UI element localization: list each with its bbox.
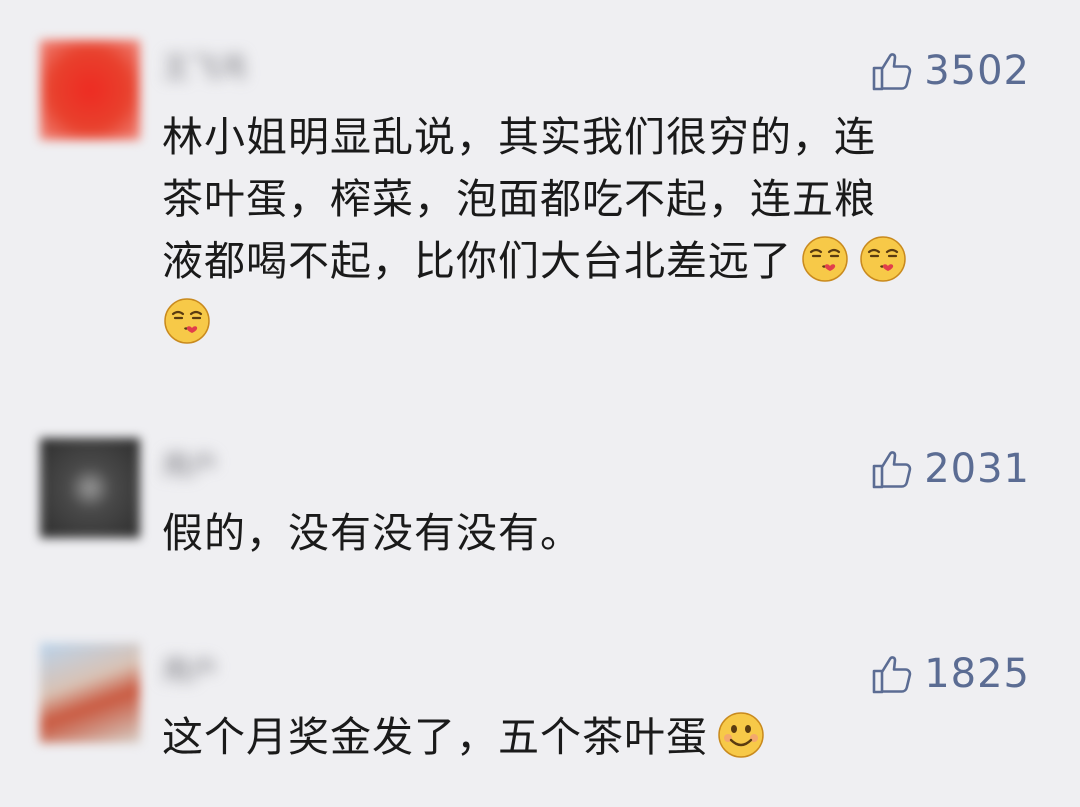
like-button[interactable]: 1825 xyxy=(870,649,1030,699)
comment-text-line: 茶叶蛋，榨菜，泡面都吃不起，连五粮 xyxy=(162,175,876,223)
like-count: 2031 xyxy=(924,446,1030,492)
comment-text-line: 假的，没有没有没有。 xyxy=(162,509,582,557)
username[interactable]: 用户 xyxy=(162,446,218,486)
smiling-face-emoji xyxy=(716,710,766,760)
comment-text-line: 这个月奖金发了，五个茶叶蛋 xyxy=(162,706,1042,768)
username[interactable]: 用户 xyxy=(162,651,218,691)
like-button[interactable]: 2031 xyxy=(870,444,1030,494)
comment-text: 假的，没有没有没有。 xyxy=(162,502,1042,564)
avatar[interactable] xyxy=(40,40,140,140)
comment-text: 林小姐明显乱说，其实我们很穷的，连 茶叶蛋，榨菜，泡面都吃不起，连五粮 液都喝不… xyxy=(162,106,1042,354)
thumbs-up-icon xyxy=(870,49,914,93)
comment-text-line xyxy=(162,292,1042,354)
like-count: 3502 xyxy=(924,48,1030,94)
like-count: 1825 xyxy=(924,651,1030,697)
thumbs-up-icon xyxy=(870,652,914,696)
thumbs-up-icon xyxy=(870,447,914,491)
kissing-face-emoji xyxy=(800,234,850,284)
comment-text: 这个月奖金发了，五个茶叶蛋 xyxy=(162,706,1042,768)
avatar[interactable] xyxy=(40,438,140,538)
comment-text-line: 液都喝不起，比你们大台北差远了 xyxy=(162,230,1042,292)
avatar[interactable] xyxy=(40,643,140,743)
kissing-face-emoji xyxy=(162,296,212,346)
kissing-face-emoji xyxy=(858,234,908,284)
username[interactable]: 王飞鸿 xyxy=(162,48,246,88)
comment-text-line: 林小姐明显乱说，其实我们很穷的，连 xyxy=(162,113,876,161)
like-button[interactable]: 3502 xyxy=(870,46,1030,96)
